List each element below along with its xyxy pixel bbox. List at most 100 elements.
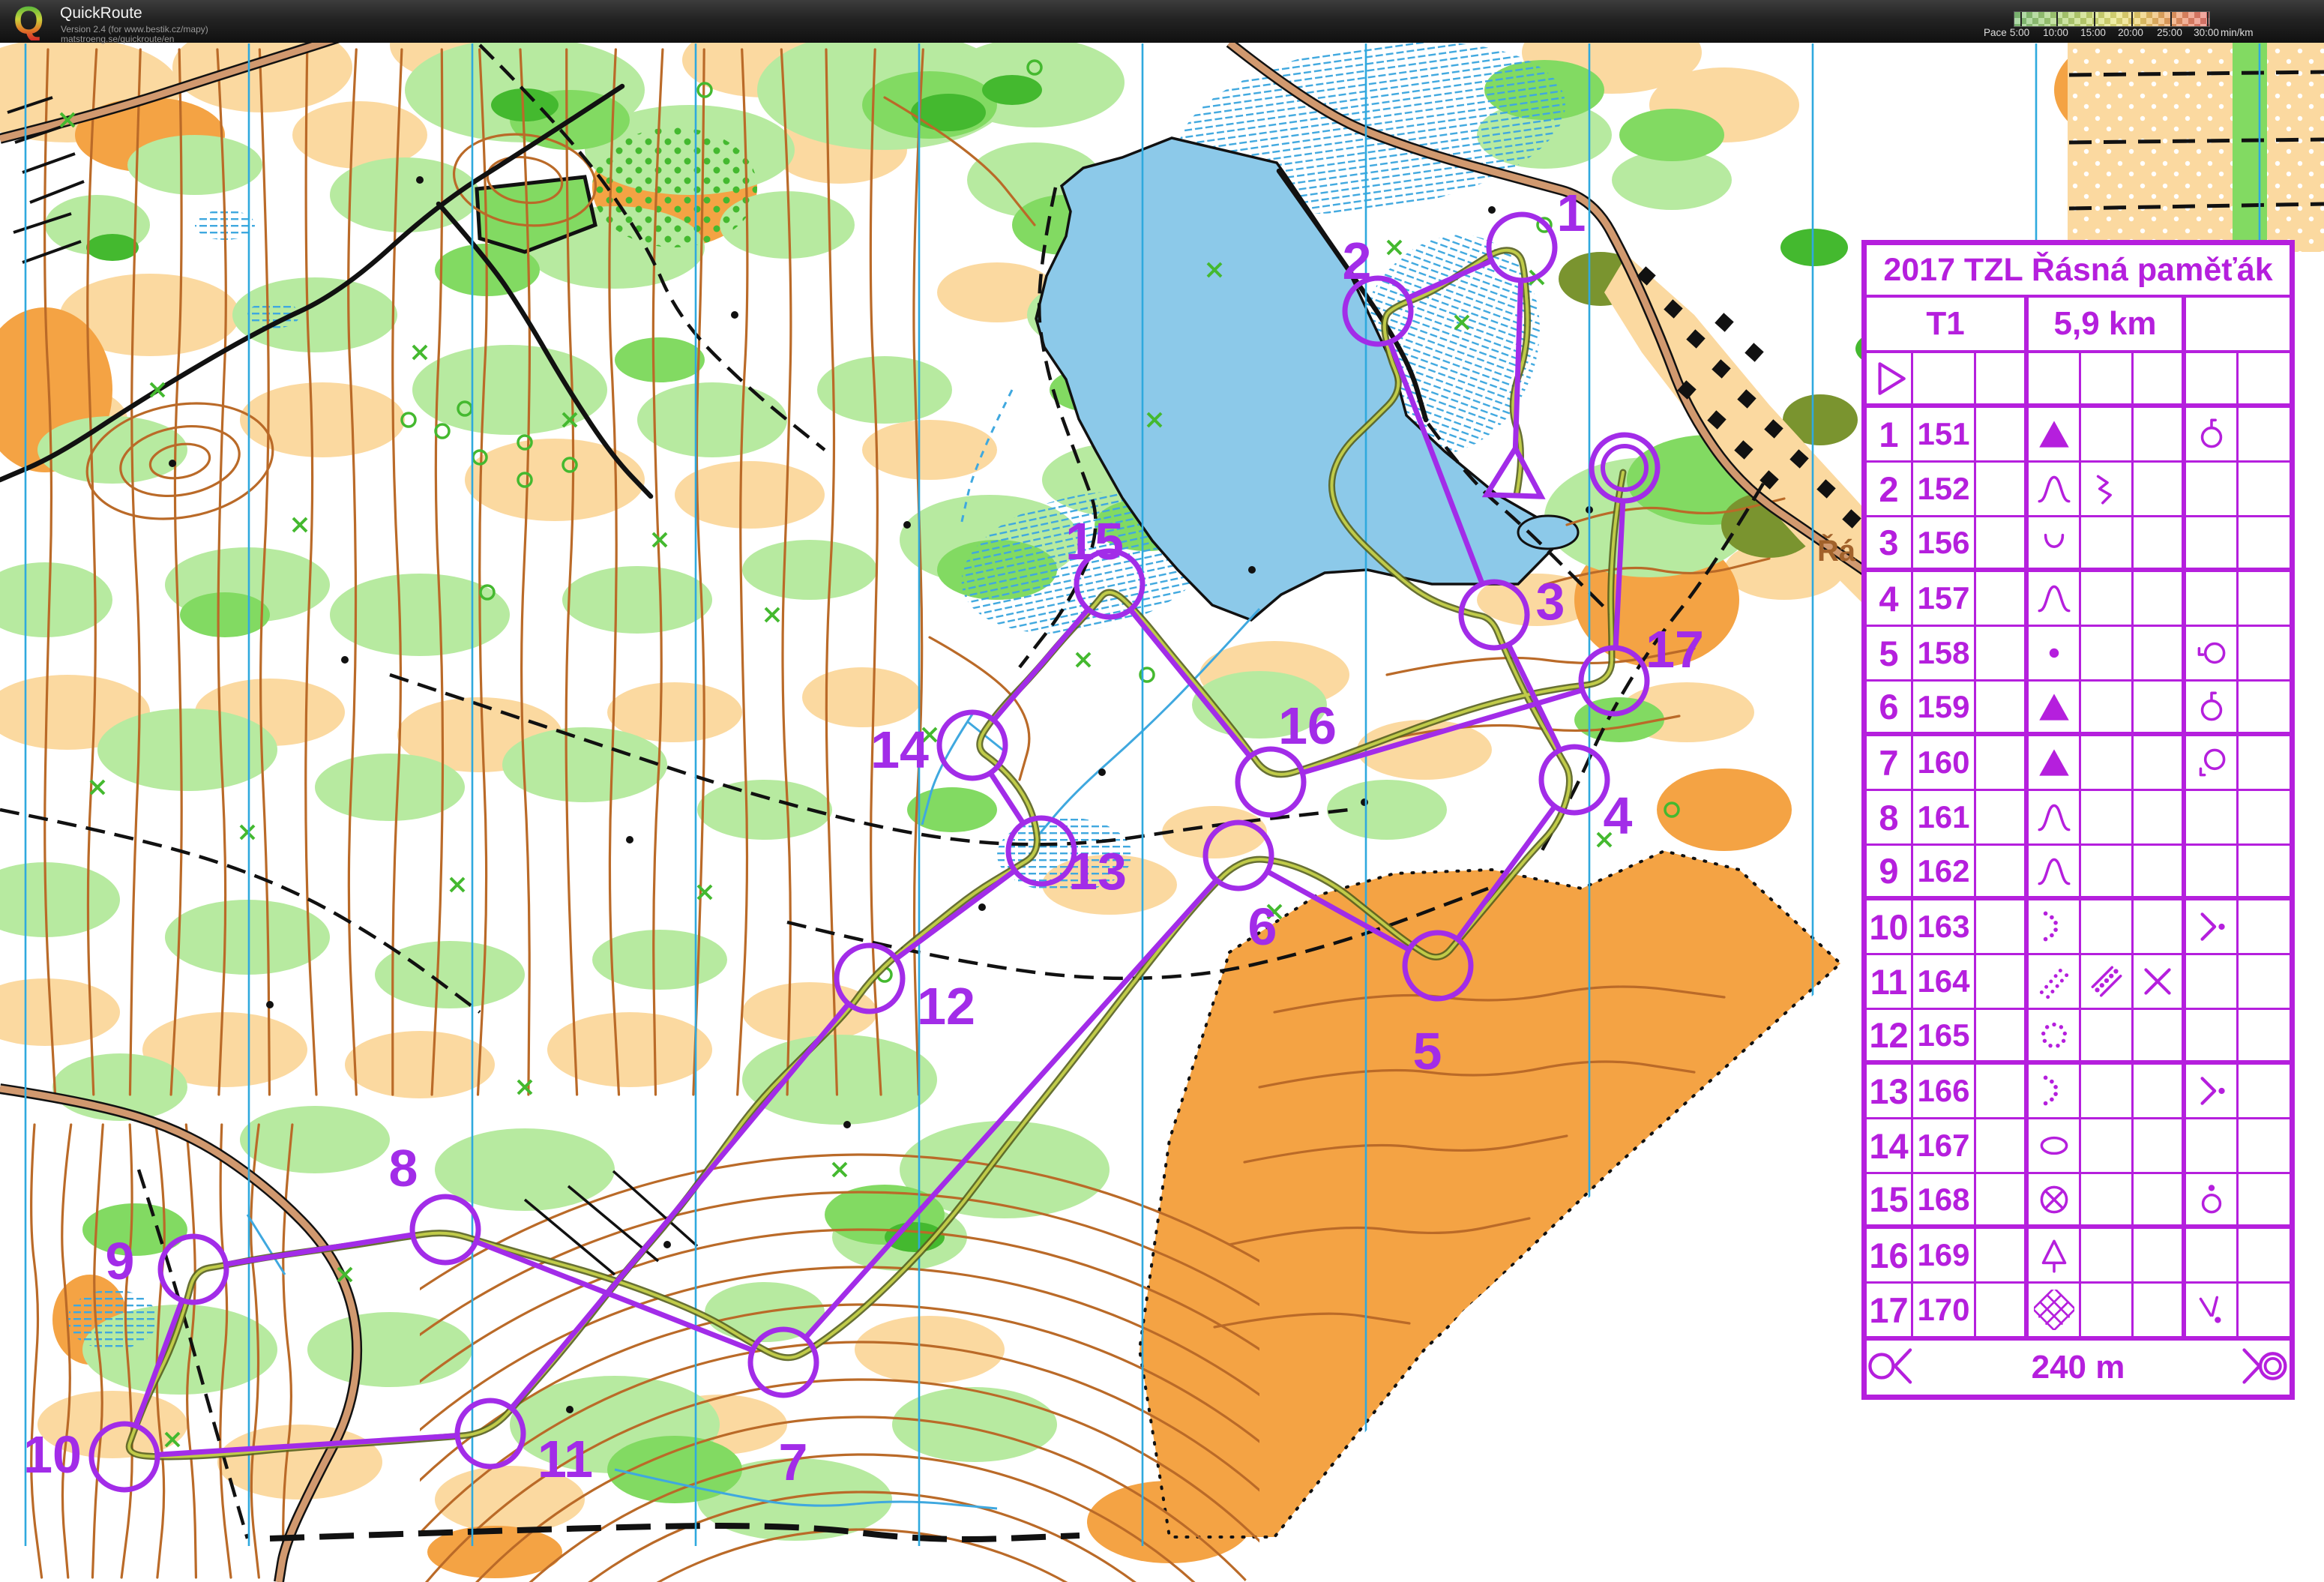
symbol-cell-E [2081, 1229, 2134, 1284]
symbol-cell-F [2134, 1065, 2186, 1119]
symbol-cell-C [1976, 627, 2029, 682]
symbol-cell-F [2134, 1174, 2186, 1229]
boulder-icon [2034, 742, 2074, 783]
empty-cell [1976, 353, 2029, 408]
control-row-8: 8161 [1867, 791, 2290, 846]
symbol-cell-F [2134, 955, 2186, 1010]
control-code-cell: 152 [1913, 463, 1976, 517]
symbol-cell-H [2239, 955, 2290, 1010]
symbol-cell-F [2134, 572, 2186, 627]
hill-icon [2034, 578, 2074, 619]
control-number-cell: 9 [1867, 846, 1913, 900]
symbol-cell-E [2081, 517, 2134, 572]
circle-dot-above-icon [2191, 1179, 2232, 1220]
control-row-10: 10163 [1867, 900, 2290, 955]
symbol-cell-F [2134, 1284, 2186, 1338]
symbol-cell-C [1976, 572, 2029, 627]
bend-dot-icon [2191, 1071, 2232, 1111]
control-number-cell: 10 [1867, 900, 1913, 955]
symbol-cell-H [2239, 517, 2290, 572]
symbol-cell-D [2029, 627, 2081, 682]
tree-icon [2034, 1235, 2074, 1275]
pace-gradient-bar [2014, 11, 2210, 27]
symbol-cell-C [1976, 1229, 2029, 1284]
pace-tick [2056, 12, 2058, 26]
pace-unit: min/km [2221, 27, 2254, 38]
symbol-cell-C [1976, 1174, 2029, 1229]
control-row-15: 15168 [1867, 1174, 2290, 1229]
symbol-cell-F [2134, 791, 2186, 846]
control-number-cell: 14 [1867, 1119, 1913, 1174]
symbol-cell-G [2186, 1010, 2239, 1065]
circle-tick-left-icon [2191, 633, 2232, 673]
control-number-3: 3 [1536, 572, 1565, 631]
control-code-cell: 160 [1913, 736, 1976, 791]
control-number-12: 12 [917, 977, 975, 1035]
symbol-cell-E [2081, 1119, 2134, 1174]
symbol-cell-C [1976, 791, 2029, 846]
start-icon [1869, 358, 1909, 399]
pit-x-icon [2034, 1179, 2074, 1220]
symbol-cell-D [2029, 791, 2081, 846]
ride-icon [2086, 961, 2127, 1002]
symbol-cell-G [2186, 572, 2239, 627]
control-row-17: 17170 [1867, 1284, 2290, 1338]
control-number-cell: 12 [1867, 1010, 1913, 1065]
control-number-4: 4 [1604, 787, 1633, 845]
start-row [1867, 353, 2290, 408]
symbol-cell-E [2081, 1010, 2134, 1065]
pace-tick [2131, 12, 2133, 26]
symbol-cell-C [1976, 1119, 2029, 1174]
symbol-cell-H [2239, 791, 2290, 846]
course-summary-row: T1 5,9 km [1867, 298, 2290, 353]
control-number-8: 8 [389, 1139, 418, 1197]
symbol-cell-D [2029, 682, 2081, 736]
control-row-16: 16169 [1867, 1229, 2290, 1284]
control-number-1: 1 [1557, 184, 1586, 242]
control-number-cell: 11 [1867, 955, 1913, 1010]
symbol-cell-H [2239, 572, 2290, 627]
course-length: 5,9 km [2029, 298, 2186, 350]
taped-start-icon [1867, 1343, 1925, 1389]
symbol-cell-D [2029, 955, 2081, 1010]
symbol-cell-D [2029, 736, 2081, 791]
symbol-cell-D [2029, 408, 2081, 463]
symbol-cell-F [2134, 463, 2186, 517]
control-number-cell: 13 [1867, 1065, 1913, 1119]
pace-tick-label: 5:00 [2010, 27, 2029, 38]
symbol-cell-E [2081, 791, 2134, 846]
circle-tick-top-icon [2191, 687, 2232, 727]
symbol-cell-D [2029, 1010, 2081, 1065]
control-row-2: 2152 [1867, 463, 2290, 517]
symbol-cell-G [2186, 627, 2239, 682]
hill-icon [2034, 797, 2074, 837]
control-number-cell: 7 [1867, 736, 1913, 791]
symbol-cell-G [2186, 736, 2239, 791]
symbol-cell-G [2186, 408, 2239, 463]
symbol-cell-G [2186, 1065, 2239, 1119]
control-number-6: 6 [1248, 897, 1277, 956]
control-number-10: 10 [23, 1425, 82, 1484]
symbol-cell-E [2081, 1174, 2134, 1229]
pace-legend: Pace min/km 5:0010:0015:0020:0025:0030:0… [1972, 0, 2324, 43]
symbol-cell-E [2081, 682, 2134, 736]
boulder-icon [2034, 414, 2074, 454]
veg-arc-icon [2034, 1071, 2074, 1111]
dot-knoll-icon [2034, 633, 2074, 673]
symbol-cell-H [2239, 408, 2290, 463]
symbol-cell-C [1976, 463, 2029, 517]
version-text: Version 2.4 (for www.bestik.cz/mapy) [61, 24, 208, 34]
symbol-cell-G [2186, 955, 2239, 1010]
symbol-cell-H [2239, 1119, 2290, 1174]
empty-cell [2081, 353, 2134, 408]
crossing-icon [2137, 961, 2178, 1002]
symbol-cell-F [2134, 408, 2186, 463]
pace-tick [2207, 12, 2209, 26]
pace-tick-label: 30:00 [2194, 27, 2219, 38]
symbol-cell-H [2239, 1284, 2290, 1338]
symbol-cell-C [1976, 1010, 2029, 1065]
control-code-cell: 164 [1913, 955, 1976, 1010]
symbol-cell-E [2081, 955, 2134, 1010]
symbol-cell-F [2134, 846, 2186, 900]
control-number-9: 9 [106, 1232, 135, 1290]
